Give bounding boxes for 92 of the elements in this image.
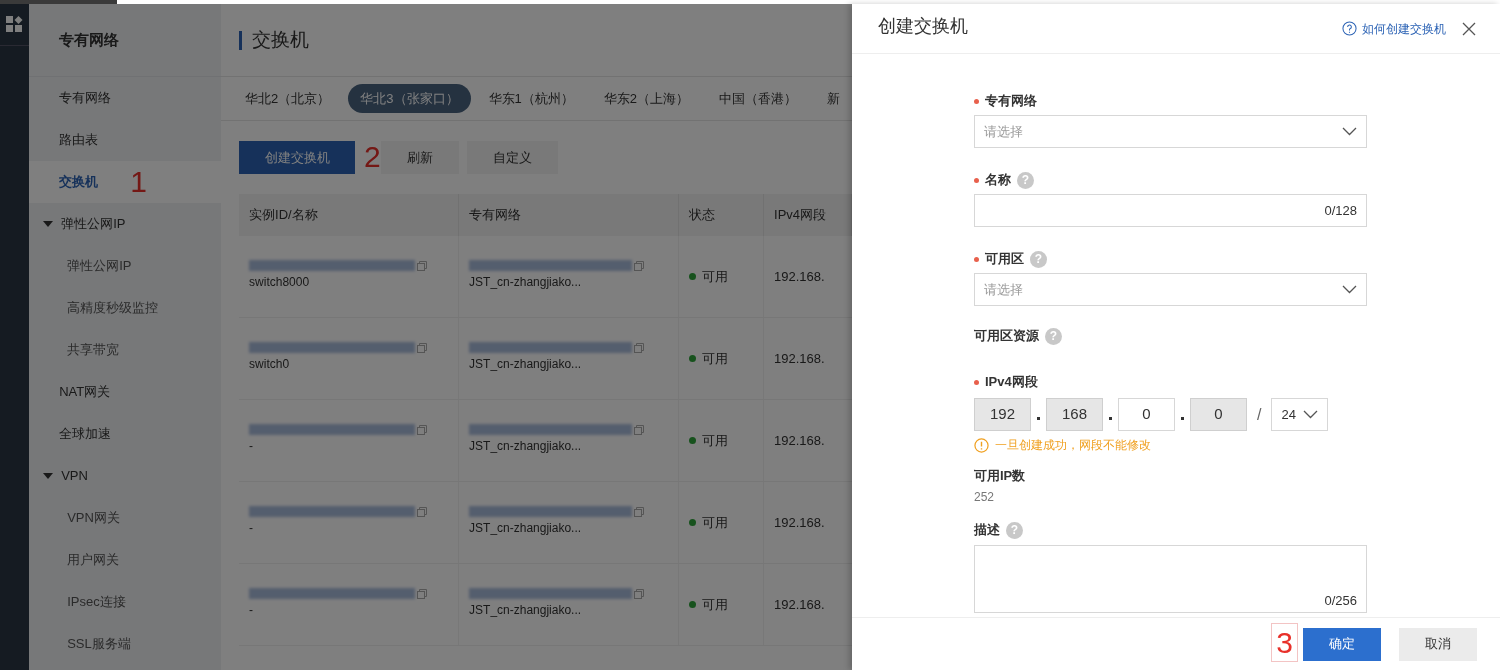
annotation-number: 2 — [364, 139, 381, 173]
warning-text: 一旦创建成功，网段不能修改 — [995, 437, 1151, 454]
toolbar-button[interactable]: 自定义 — [466, 141, 558, 174]
copy-icon[interactable] — [634, 588, 645, 599]
toolbar-button[interactable]: 刷新 — [380, 141, 459, 174]
copy-icon[interactable] — [634, 424, 645, 435]
column-header: 专有网络 — [459, 194, 680, 236]
help-icon — [1342, 21, 1357, 36]
warning-icon — [974, 437, 989, 453]
vpc-name: JST_cn-zhangjiako... — [469, 356, 583, 373]
region-tab[interactable]: 华东2（上海） — [591, 84, 701, 113]
field-label: 名称 — [985, 171, 1011, 190]
sidebar-item[interactable]: 专有网络 — [29, 77, 222, 119]
chevron-down-icon — [1342, 285, 1357, 294]
field-label: 可用区 — [985, 250, 1024, 269]
ip-octet-field[interactable]: 0 — [1118, 398, 1175, 431]
instance-name: - — [249, 438, 255, 455]
region-tab[interactable]: 华东1（杭州） — [476, 84, 586, 113]
copy-icon[interactable] — [417, 506, 428, 517]
help-link[interactable]: 如何创建交换机 — [1342, 19, 1446, 38]
copy-icon[interactable] — [634, 342, 645, 353]
chevron-down-icon — [1342, 127, 1357, 136]
vpc-name: JST_cn-zhangjiako... — [469, 602, 583, 619]
annotation-number: 1 — [130, 164, 147, 198]
sidebar-item[interactable]: VPN — [29, 455, 222, 497]
sidebar-item[interactable]: 用户网关 — [29, 539, 222, 581]
sidebar-item[interactable]: SSL服务端 — [29, 623, 222, 665]
status-text: 可用 — [702, 513, 729, 532]
field-label: 描述 — [974, 521, 1000, 540]
dot-separator — [1109, 417, 1112, 420]
copy-icon[interactable] — [417, 424, 428, 435]
select-field[interactable]: 请选择 — [974, 115, 1367, 148]
caret-icon — [43, 221, 54, 227]
copy-icon[interactable] — [417, 342, 428, 353]
region-tab[interactable]: 中国（香港） — [707, 84, 809, 113]
field-label: IPv4网段 — [985, 373, 1038, 392]
sidebar-item[interactable]: 弹性公网IP — [29, 203, 222, 245]
mask-select[interactable]: 24 — [1271, 398, 1329, 431]
select-field[interactable]: 请选择 — [974, 273, 1367, 306]
vpc-name: JST_cn-zhangjiako... — [469, 520, 583, 537]
sidebar-item[interactable]: NAT网关 — [29, 371, 222, 413]
ipv4-cell-text: 192.168. — [774, 513, 825, 532]
vpc-name: JST_cn-zhangjiako... — [469, 274, 583, 291]
region-tab[interactable]: 新 — [815, 84, 852, 113]
sidebar-item[interactable]: VPN网关 — [29, 497, 222, 539]
caret-icon — [43, 473, 54, 479]
field-label: 专有网络 — [985, 92, 1037, 111]
dot-separator — [1181, 417, 1184, 420]
instance-name: - — [249, 602, 255, 619]
apps-icon[interactable] — [6, 16, 24, 33]
ipv4-cell-text: 192.168. — [774, 267, 825, 286]
status-text: 可用 — [702, 349, 729, 368]
status-text: 可用 — [702, 267, 729, 286]
field-label: 可用IP数 — [974, 467, 1026, 486]
column-header: 实例ID/名称 — [239, 194, 460, 236]
status-text: 可用 — [702, 595, 729, 614]
status-text: 可用 — [702, 431, 729, 450]
dot-separator — [1037, 417, 1040, 420]
page-title: 交换机 — [252, 27, 310, 52]
name-input-field[interactable]: 0/128 — [974, 194, 1367, 227]
drawer-title: 创建交换机 — [878, 15, 968, 38]
sidebar-item[interactable]: 全球加速 — [29, 413, 222, 455]
ipv4-cell-text: 192.168. — [774, 431, 825, 450]
sidebar-item[interactable]: IPsec连接 — [29, 581, 222, 623]
column-header: 状态 — [679, 194, 765, 236]
sidebar-item[interactable]: 高精度秒级监控 — [29, 287, 222, 329]
copy-icon[interactable] — [634, 506, 645, 517]
field-label: 可用区资源 — [974, 327, 1039, 346]
sidebar-item[interactable]: 共享带宽 — [29, 329, 222, 371]
cancel-button[interactable]: 取消 — [1399, 627, 1477, 661]
close-icon[interactable] — [1462, 21, 1476, 36]
region-tab[interactable]: 华北2（北京） — [233, 84, 343, 113]
instance-name: - — [249, 520, 255, 537]
sidebar-item[interactable]: 弹性公网IP — [29, 245, 222, 287]
available-ip-count: 252 — [974, 489, 996, 506]
copy-icon[interactable] — [634, 260, 645, 271]
confirm-button[interactable]: 确定 — [1303, 627, 1381, 661]
ipv4-cell-text: 192.168. — [774, 349, 825, 368]
annotation-number: 3 — [1271, 623, 1298, 662]
toolbar-button[interactable]: 创建交换机 — [239, 141, 356, 174]
sidebar-item[interactable]: 交换机 1 — [29, 161, 222, 203]
instance-name: switch8000 — [249, 274, 311, 291]
copy-icon[interactable] — [417, 260, 428, 271]
sidebar-item[interactable]: 路由表 — [29, 119, 222, 161]
slash-separator: / — [1257, 404, 1262, 425]
ipv4-cell-text: 192.168. — [774, 595, 825, 614]
region-tab[interactable]: 华北3（张家口） — [348, 84, 471, 113]
instance-name: switch0 — [249, 356, 291, 373]
chevron-down-icon — [1303, 410, 1319, 419]
description-textarea[interactable]: 0/256 — [974, 545, 1367, 613]
copy-icon[interactable] — [417, 588, 428, 599]
vpc-name: JST_cn-zhangjiako... — [469, 438, 583, 455]
